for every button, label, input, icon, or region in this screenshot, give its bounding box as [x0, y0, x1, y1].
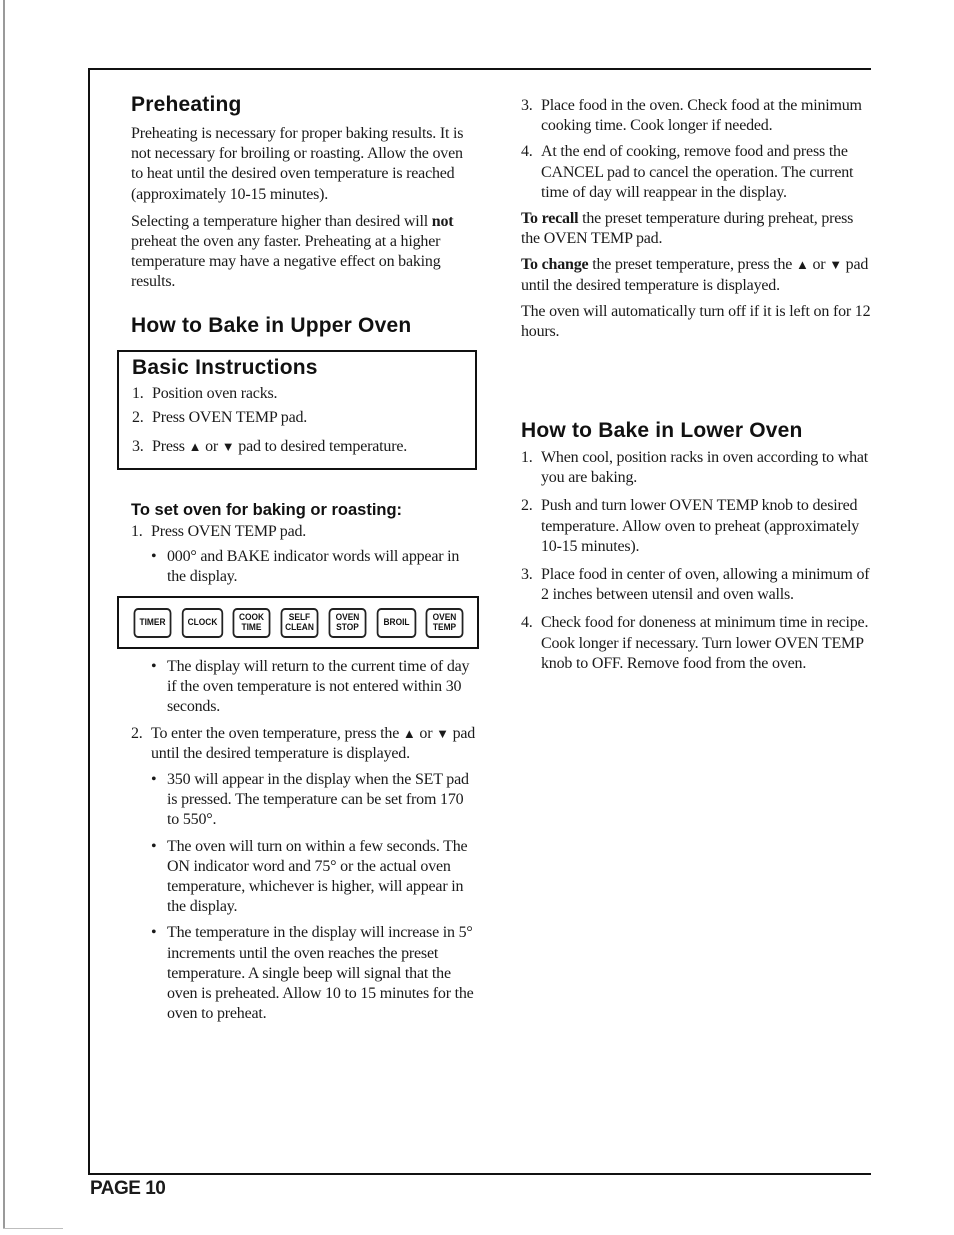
emphasis-not: not	[431, 212, 454, 230]
basic-step: 3. Press ▲ or ▼ pad to desired temperatu…	[132, 438, 408, 456]
recall-paragraph: To recall the preset temperature during …	[521, 210, 854, 248]
set-oven-section: To set oven for baking or roasting: 1. P…	[131, 501, 476, 588]
bullet-item: • The oven will turn on within a few sec…	[151, 837, 468, 916]
lower-oven-step: 4. Check food for doneness at minimum ti…	[521, 614, 869, 672]
upper-oven-heading: How to Bake in Upper Oven	[131, 314, 412, 337]
up-arrow-icon: ▲	[796, 257, 809, 273]
change-paragraph: To change the preset temperature, press …	[521, 256, 869, 294]
down-arrow-icon: ▼	[436, 725, 449, 741]
bullet-item: • The display will return to the current…	[151, 658, 470, 716]
up-arrow-icon: ▲	[402, 725, 416, 741]
auto-off-paragraph: The oven will automatically turn off if …	[521, 302, 871, 341]
clock-pad: CLOCK	[181, 608, 224, 638]
oven-temp-pad: OVEN TEMP	[425, 608, 464, 638]
set-oven-step-1: 1. Press OVEN TEMP pad.	[131, 523, 307, 540]
up-arrow-icon: ▲	[188, 439, 202, 455]
lower-oven-step: 3. Place food in center of oven, allowin…	[521, 566, 870, 604]
scan-edge	[3, 0, 5, 1228]
bullet-item: • The temperature in the display will in…	[151, 924, 474, 1023]
upper-oven-heading-wrap: How to Bake in Upper Oven	[131, 314, 491, 338]
self-clean-pad: SELF CLEAN	[280, 608, 319, 638]
timer-pad: TIMER	[133, 608, 172, 638]
preheating-section: Preheating Preheating is necessary for p…	[131, 93, 476, 293]
lower-oven-heading: How to Bake in Lower Oven	[521, 419, 803, 442]
set-oven-step-3: 3. Place food in the oven. Check food at…	[521, 97, 862, 135]
oven-stop-pad: OVEN STOP	[328, 608, 367, 638]
scan-edge-foot	[3, 1228, 63, 1229]
set-oven-heading: To set oven for baking or roasting:	[131, 501, 403, 519]
set-oven-step-2: 2. To enter the oven temperature, press …	[131, 724, 476, 762]
upper-oven-continued: 3. Place food in the oven. Check food at…	[521, 96, 871, 342]
basic-step: 1. Position oven racks.	[132, 385, 278, 402]
lower-oven-section: How to Bake in Lower Oven 1. When cool, …	[521, 419, 871, 674]
control-panel-diagram: TIMER CLOCK COOK TIME SELF CLEAN OVEN STOP …	[117, 596, 479, 649]
basic-step: 2. Press OVEN TEMP pad.	[132, 409, 308, 427]
frame-top-rule	[88, 68, 871, 70]
broil-pad: BROIL	[376, 608, 417, 638]
cook-time-pad: COOK TIME	[232, 608, 271, 638]
preheating-paragraph-1: Preheating is necessary for proper bakin…	[131, 125, 464, 203]
bullet-item: • 350 will appear in the display when th…	[151, 771, 469, 829]
lower-oven-step: 2. Push and turn lower OVEN TEMP knob to…	[521, 497, 860, 555]
down-arrow-icon: ▼	[221, 439, 235, 455]
down-arrow-icon: ▼	[829, 257, 842, 273]
bullet-item: • 000° and BAKE indicator words will app…	[151, 548, 460, 586]
basic-instructions-heading: Basic Instructions	[132, 356, 318, 379]
preheating-heading: Preheating	[131, 93, 242, 116]
basic-instructions-box: Basic Instructions 1. Position oven rack…	[117, 350, 477, 470]
set-oven-continued: • The display will return to the current…	[131, 657, 476, 1024]
frame-left-rule	[88, 68, 90, 1174]
frame-bottom-rule	[88, 1173, 871, 1175]
page-number: PAGE 10	[90, 1178, 166, 1199]
preheating-paragraph-2: Selecting a temperature higher than desi…	[131, 212, 454, 291]
lower-oven-step: 1. When cool, position racks in oven acc…	[521, 449, 869, 487]
set-oven-step-4: 4. At the end of cooking, remove food an…	[521, 143, 854, 201]
